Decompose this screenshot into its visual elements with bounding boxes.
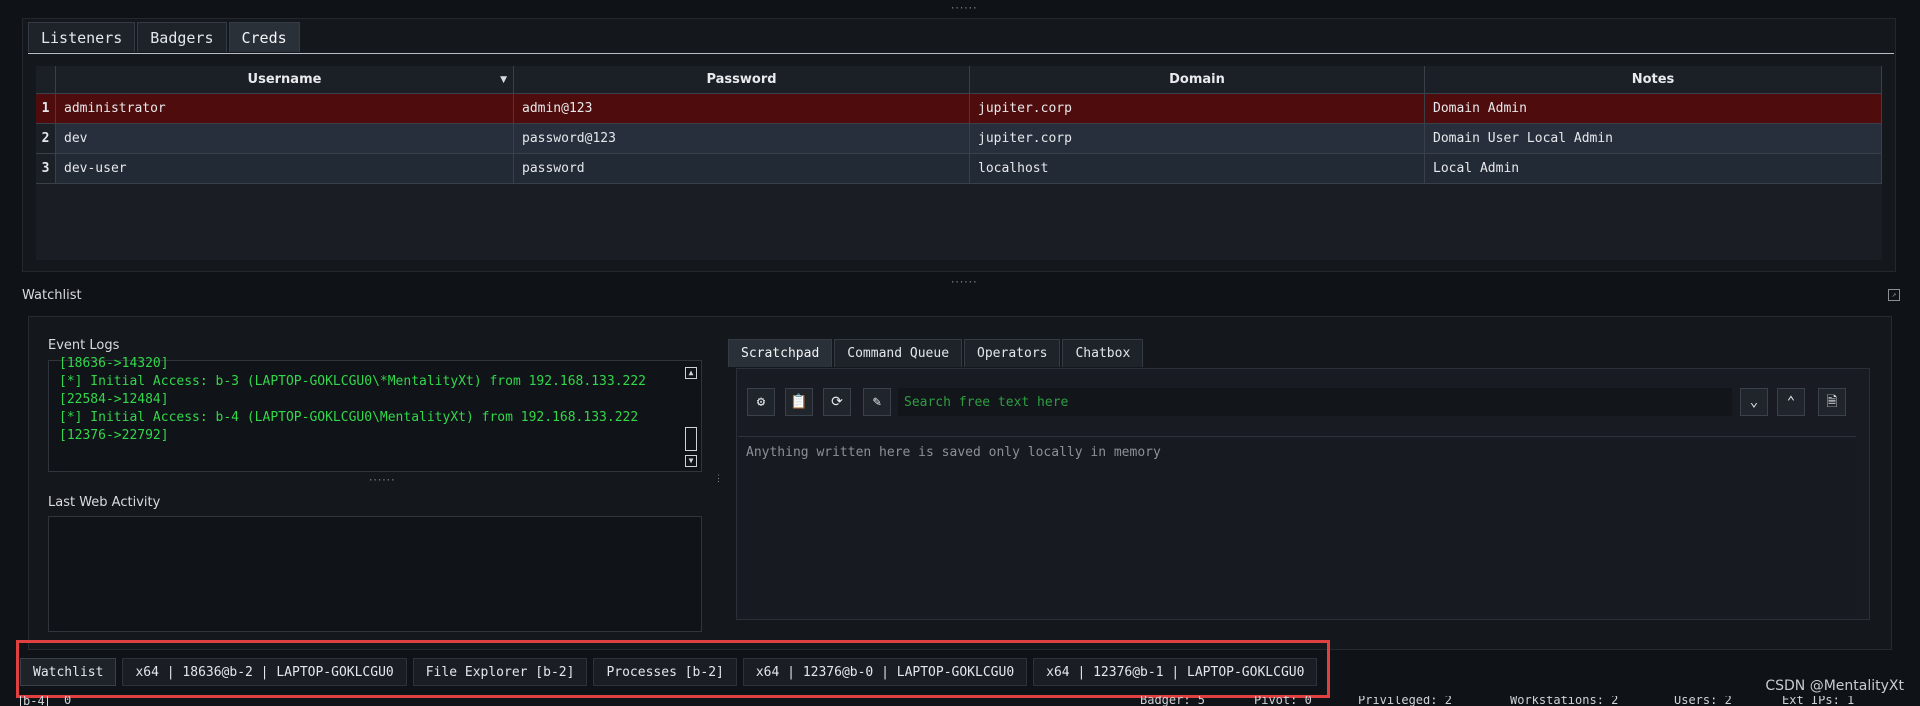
detach-icon[interactable]: ↗ bbox=[1888, 289, 1900, 301]
status-privileged: Privileged: 2 bbox=[1358, 696, 1452, 706]
scroll-thumb[interactable] bbox=[685, 427, 697, 451]
watchlist-title: Watchlist bbox=[22, 288, 82, 303]
bottom-tab-bar: Watchlist x64 | 18636@b-2 | LAPTOP-GOKLC… bbox=[20, 658, 1323, 686]
current-badger-label[interactable]: b-4 bbox=[20, 696, 48, 706]
status-ext-ips: Ext IPs: 1 bbox=[1782, 696, 1855, 706]
table-row[interactable]: 1 administrator admin@123 jupiter.corp D… bbox=[36, 94, 1882, 124]
settings-icon[interactable]: ⚙ bbox=[747, 388, 775, 416]
tab-operators[interactable]: Operators bbox=[964, 339, 1061, 367]
row-number: 1 bbox=[36, 94, 56, 123]
event-logs-panel[interactable]: [18636->14320] [*] Initial Access: b-3 (… bbox=[48, 356, 702, 472]
log-line: [*] Initial Access: b-4 (LAPTOP-GOKLCGU0… bbox=[59, 410, 639, 425]
status-count: 0 bbox=[64, 696, 72, 706]
splitter-grip-top[interactable]: ······ bbox=[950, 5, 978, 14]
rownum-header bbox=[36, 66, 56, 94]
scroll-up-icon[interactable]: ▲ bbox=[685, 367, 697, 379]
scroll-down-icon[interactable]: ▼ bbox=[685, 455, 697, 467]
column-header-domain[interactable]: Domain bbox=[970, 66, 1425, 94]
cell-password[interactable]: admin@123 bbox=[514, 94, 970, 123]
edit-icon[interactable]: ✎ bbox=[863, 388, 891, 416]
tab-listeners[interactable]: Listeners bbox=[28, 22, 136, 52]
column-header-notes[interactable]: Notes bbox=[1425, 66, 1882, 94]
bottom-tab-processes[interactable]: Processes [b-2] bbox=[593, 658, 737, 686]
cell-password[interactable]: password bbox=[514, 154, 970, 183]
bottom-tab-terminal-b0[interactable]: x64 | 12376@b-0 | LAPTOP-GOKLCGU0 bbox=[742, 658, 1028, 686]
cell-username[interactable]: dev bbox=[56, 124, 514, 153]
scroll-bottom-icon[interactable]: ⌄ bbox=[1740, 388, 1768, 416]
cell-domain[interactable]: localhost bbox=[970, 154, 1425, 183]
cell-notes[interactable]: Domain User Local Admin bbox=[1425, 124, 1882, 153]
save-file-icon[interactable]: 🗎 bbox=[1818, 388, 1846, 416]
cell-username[interactable]: administrator bbox=[56, 94, 514, 123]
bottom-tab-terminal-b1[interactable]: x64 | 12376@b-1 | LAPTOP-GOKLCGU0 bbox=[1033, 658, 1318, 686]
cell-domain[interactable]: jupiter.corp bbox=[970, 124, 1425, 153]
table-row[interactable]: 2 dev password@123 jupiter.corp Domain U… bbox=[36, 124, 1882, 154]
bottom-tab-watchlist[interactable]: Watchlist bbox=[20, 658, 117, 686]
row-number: 2 bbox=[36, 124, 56, 153]
column-header-username[interactable]: Username ▼ bbox=[56, 66, 514, 94]
cell-domain[interactable]: jupiter.corp bbox=[970, 94, 1425, 123]
cell-username[interactable]: dev-user bbox=[56, 154, 514, 183]
tab-command-queue[interactable]: Command Queue bbox=[834, 339, 963, 367]
status-badger: Badger: 5 bbox=[1140, 696, 1206, 706]
bottom-tab-file-explorer[interactable]: File Explorer [b-2] bbox=[412, 658, 588, 686]
right-tab-bar: Scratchpad Command Queue Operators Chatb… bbox=[728, 339, 1145, 367]
cell-notes[interactable]: Domain Admin bbox=[1425, 94, 1882, 123]
splitter-grip-vertical[interactable]: ⋮ bbox=[714, 475, 723, 496]
table-row[interactable]: 3 dev-user password localhost Local Admi… bbox=[36, 154, 1882, 184]
log-line: [12376->22792] bbox=[59, 428, 169, 443]
status-workstations: Workstations: 2 bbox=[1510, 696, 1619, 706]
bottom-tab-terminal-b2[interactable]: x64 | 18636@b-2 | LAPTOP-GOKLCGU0 bbox=[122, 658, 407, 686]
status-users: Users: 2 bbox=[1674, 696, 1732, 706]
tab-underline bbox=[28, 53, 1894, 54]
event-logs-title: Event Logs bbox=[48, 338, 120, 353]
table-header: Username ▼ Password Domain Notes bbox=[36, 66, 1882, 94]
event-logs-scrollbar[interactable]: ▲ ▼ bbox=[683, 363, 699, 469]
sort-down-icon[interactable]: ▼ bbox=[500, 66, 507, 94]
sync-icon[interactable]: ⟳ bbox=[823, 388, 851, 416]
cell-notes[interactable]: Local Admin bbox=[1425, 154, 1882, 183]
tab-chatbox[interactable]: Chatbox bbox=[1062, 339, 1144, 367]
creds-table: Username ▼ Password Domain Notes 1 admin… bbox=[36, 66, 1882, 260]
clipboard-clear-icon[interactable]: 📋 bbox=[785, 388, 813, 416]
column-label: Username bbox=[247, 72, 322, 87]
scroll-top-icon[interactable]: ⌃ bbox=[1777, 388, 1805, 416]
log-line: [18636->14320] bbox=[59, 356, 169, 371]
status-bar: b-4 0 Badger: 5 Pivot: 0 Privileged: 2 W… bbox=[0, 696, 1920, 706]
tab-creds[interactable]: Creds bbox=[228, 22, 300, 52]
web-activity-title: Last Web Activity bbox=[48, 495, 161, 510]
log-line: [22584->12484] bbox=[59, 392, 169, 407]
scratchpad-textarea[interactable] bbox=[738, 436, 1856, 616]
tab-badgers[interactable]: Badgers bbox=[137, 22, 227, 52]
watermark: CSDN @MentalityXt bbox=[1765, 678, 1904, 694]
row-number: 3 bbox=[36, 154, 56, 183]
top-tab-bar: Listeners Badgers Creds bbox=[28, 22, 302, 52]
status-pivot: Pivot: 0 bbox=[1254, 696, 1312, 706]
cell-password[interactable]: password@123 bbox=[514, 124, 970, 153]
search-input[interactable] bbox=[898, 388, 1732, 416]
log-line: [*] Initial Access: b-3 (LAPTOP-GOKLCGU0… bbox=[59, 374, 646, 389]
splitter-grip-middle[interactable]: ······ bbox=[950, 279, 978, 288]
web-activity-panel bbox=[48, 516, 702, 632]
splitter-grip-left[interactable]: ······ bbox=[368, 477, 396, 486]
tab-scratchpad[interactable]: Scratchpad bbox=[728, 339, 833, 367]
column-header-password[interactable]: Password bbox=[514, 66, 970, 94]
